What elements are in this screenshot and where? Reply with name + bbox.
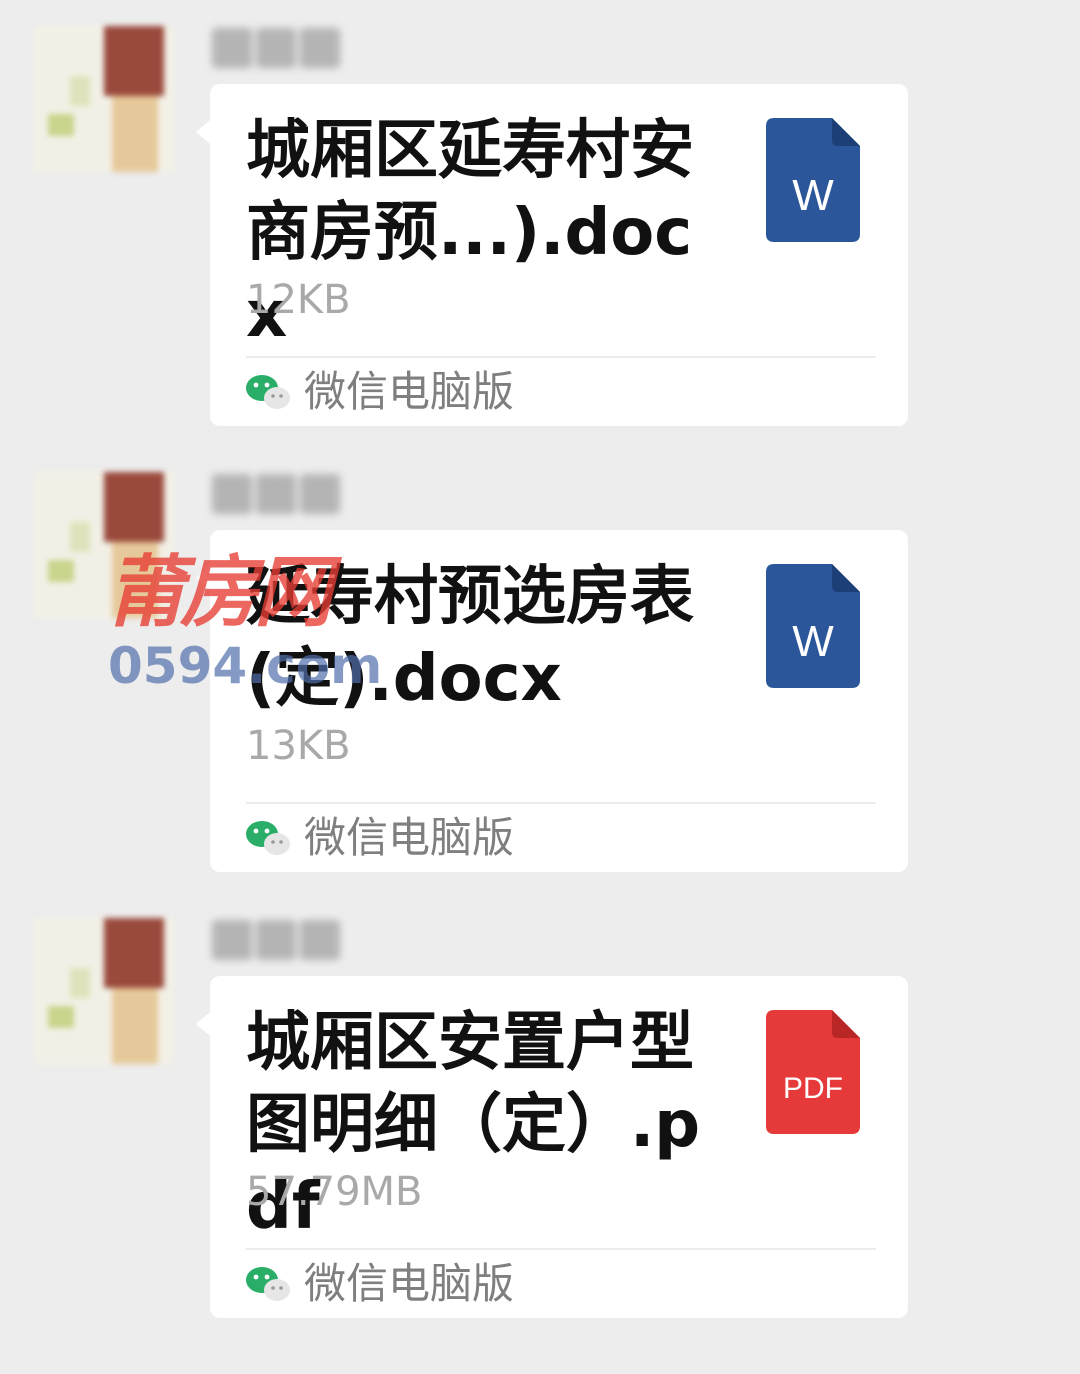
chat-message: 城厢区安置户型图明细（定）.pdf 57.79MB PDF 微信电脑版: [0, 892, 1080, 1338]
file-message-bubble[interactable]: 延寿村预选房表(定).docx 13KB W 微信电脑版: [196, 530, 908, 872]
file-message-bubble[interactable]: 城厢区安置户型图明细（定）.pdf 57.79MB PDF 微信电脑版: [196, 976, 908, 1318]
divider: [246, 1248, 876, 1250]
word-file-icon: W: [766, 118, 860, 242]
chat-message-list: 城厢区延寿村安商房预...).docx 12KB W 微信电脑版 延寿村预选房表…: [0, 0, 1080, 1374]
pdf-file-icon: PDF: [766, 1010, 860, 1134]
chat-message: 延寿村预选房表(定).docx 13KB W 微信电脑版: [0, 446, 1080, 892]
chat-message: 城厢区延寿村安商房预...).docx 12KB W 微信电脑版: [0, 0, 1080, 446]
avatar[interactable]: [34, 472, 174, 618]
file-size: 13KB: [246, 723, 351, 769]
source-label: 微信电脑版: [304, 367, 515, 416]
sender-name: [212, 914, 354, 966]
wechat-icon: [246, 821, 290, 855]
file-icon-label: W: [792, 171, 834, 220]
source-tag: 微信电脑版: [244, 366, 514, 418]
source-label: 微信电脑版: [304, 1259, 515, 1308]
file-icon-label: PDF: [783, 1072, 843, 1105]
avatar[interactable]: [34, 26, 174, 172]
divider: [246, 802, 876, 804]
file-icon-label: W: [792, 617, 834, 666]
source-label: 微信电脑版: [304, 813, 515, 862]
source-tag: 微信电脑版: [244, 1258, 514, 1310]
divider: [246, 356, 876, 358]
avatar[interactable]: [34, 918, 174, 1064]
word-file-icon: W: [766, 564, 860, 688]
wechat-icon: [246, 375, 290, 409]
source-tag: 微信电脑版: [244, 812, 514, 864]
sender-name: [212, 22, 354, 74]
file-size: 12KB: [246, 277, 351, 323]
wechat-icon: [246, 1267, 290, 1301]
file-name: 延寿村预选房表(定).docx: [246, 560, 694, 716]
file-size: 57.79MB: [246, 1169, 423, 1215]
file-message-bubble[interactable]: 城厢区延寿村安商房预...).docx 12KB W 微信电脑版: [196, 84, 908, 426]
sender-name: [212, 468, 354, 520]
